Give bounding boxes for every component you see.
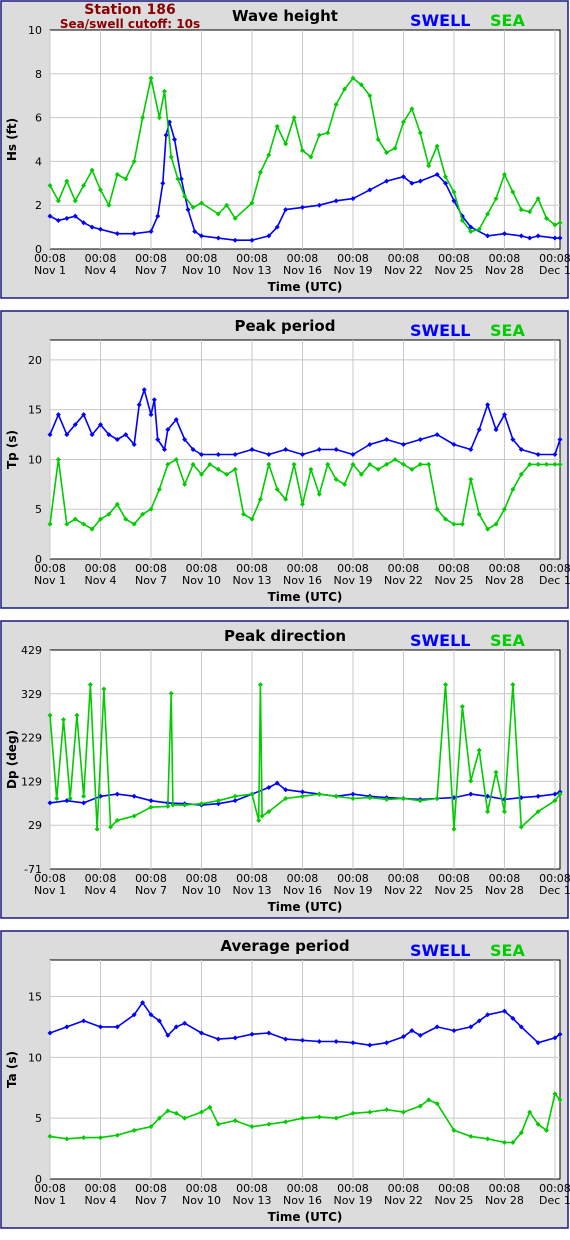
x-tick-date-label: Dec 1 [539,574,570,587]
x-tick-date-label: Nov 25 [434,884,473,897]
x-axis-label: Time (UTC) [268,900,343,914]
x-tick-date-label: Nov 13 [232,264,271,277]
y-tick-label: 10 [28,24,42,37]
x-tick-date-label: Nov 1 [34,574,66,587]
y-axis-label: Ta (s) [5,1051,19,1088]
y-tick-label: 2 [35,199,42,212]
legend-swell: SWELL [410,11,471,30]
x-tick-date-label: Nov 19 [333,1194,372,1207]
chart-title: Peak direction [224,627,346,645]
x-tick-date-label: Nov 10 [182,574,221,587]
legend-sea: SEA [490,941,525,960]
x-tick-date-label: Nov 22 [384,574,423,587]
peak-period-chart-panel: 0 5 10 15 20 00:08 Nov 1 00:08 Nov 4 00:08 Nov 7 00… [0,310,570,610]
x-tick-date-label: Dec 1 [539,264,570,277]
x-tick-date-label: Nov 22 [384,264,423,277]
peak-direction-chart-panel: -71 29 129 229 329 429 00:08 Nov 1 00:08 Nov 4 00:… [0,620,570,920]
legend-swell: SWELL [410,321,471,340]
cutoff-label: Sea/swell cutoff: 10s [60,17,200,31]
plot-area [49,339,561,560]
x-tick-date-label: Nov 10 [182,1194,221,1207]
x-tick-date-label: Nov 19 [333,264,372,277]
x-tick-date-label: Nov 28 [485,884,524,897]
x-tick-date-label: Nov 7 [135,1194,167,1207]
x-tick-date-label: Nov 19 [333,574,372,587]
x-tick-date-label: Nov 7 [135,264,167,277]
x-tick-date-label: Nov 22 [384,884,423,897]
x-tick-date-label: Nov 4 [85,884,117,897]
x-tick-date-label: Nov 22 [384,1194,423,1207]
x-tick-date-label: Nov 19 [333,884,372,897]
x-tick-date-label: Nov 16 [283,574,322,587]
y-tick-label: 5 [35,503,42,516]
y-tick-label: 6 [35,112,42,125]
y-tick-label: 329 [21,688,42,701]
chart-title: Peak period [235,317,336,335]
chart-title: Wave height [232,7,338,25]
y-tick-label: 5 [35,1112,42,1125]
y-tick-label: 10 [28,1051,42,1064]
legend-swell: SWELL [410,941,471,960]
y-tick-label: 229 [21,732,42,745]
y-tick-label: 15 [28,404,42,417]
y-axis-label: Hs (ft) [5,118,19,161]
legend-sea: SEA [490,321,525,340]
x-tick-date-label: Nov 28 [485,1194,524,1207]
y-axis-label: Tp (s) [5,430,19,469]
x-tick-date-label: Nov 4 [85,574,117,587]
x-tick-date-label: Nov 16 [283,264,322,277]
y-tick-label: 429 [21,644,42,657]
legend-swell: SWELL [410,631,471,650]
chart-svg: 05101500:08Nov 100:08Nov 400:08Nov 700:0… [0,930,570,1229]
y-tick-label: 129 [21,775,42,788]
y-tick-label: 4 [35,155,42,168]
x-tick-date-label: Nov 1 [34,264,66,277]
y-tick-label: 29 [28,819,42,832]
y-tick-label: 20 [28,354,42,367]
wave-height-chart-panel: 0 2 4 6 8 10 00:08 Nov 1 00:08 Nov 4 00:08 Nov 7 00:… [0,0,570,300]
x-tick-date-label: Nov 7 [135,574,167,587]
x-tick-date-label: Nov 13 [232,1194,271,1207]
x-tick-date-label: Dec 1 [539,1194,570,1207]
x-axis-label: Time (UTC) [268,590,343,604]
x-axis-label: Time (UTC) [268,1210,343,1224]
x-tick-date-label: Nov 25 [434,1194,473,1207]
chart-svg: 0510152000:08Nov 100:08Nov 400:08Nov 700… [0,310,570,609]
x-tick-date-label: Nov 1 [34,884,66,897]
x-tick-date-label: Nov 13 [232,574,271,587]
average-period-chart-panel: 0 5 10 15 00:08 Nov 1 00:08 Nov 4 00:08 Nov 7 00:0… [0,930,570,1230]
x-tick-date-label: Nov 7 [135,884,167,897]
x-tick-date-label: Nov 25 [434,264,473,277]
y-tick-label: 15 [28,991,42,1004]
x-tick-date-label: Nov 25 [434,574,473,587]
x-tick-date-label: Nov 10 [182,264,221,277]
x-tick-date-label: Nov 4 [85,264,117,277]
chart-title: Average period [220,937,349,955]
legend-sea: SEA [490,631,525,650]
y-tick-label: 10 [28,453,42,466]
x-tick-date-label: Nov 28 [485,264,524,277]
plot-area [49,649,561,870]
x-tick-date-label: Nov 16 [283,1194,322,1207]
x-tick-date-label: Nov 1 [34,1194,66,1207]
x-tick-date-label: Dec 1 [539,884,570,897]
x-tick-date-label: Nov 10 [182,884,221,897]
plot-area [49,959,561,1180]
chart-svg: -712912922932942900:08Nov 100:08Nov 400:… [0,620,570,919]
x-tick-date-label: Nov 13 [232,884,271,897]
legend-sea: SEA [490,11,525,30]
station-label: Station 186 [84,2,175,18]
y-tick-label: 8 [35,68,42,81]
y-axis-label: Dp (deg) [5,730,19,789]
plot-area [49,29,561,250]
x-tick-date-label: Nov 16 [283,884,322,897]
chart-svg: 024681000:08Nov 100:08Nov 400:08Nov 700:… [0,0,570,299]
x-axis-label: Time (UTC) [268,280,343,294]
x-tick-date-label: Nov 28 [485,574,524,587]
x-tick-date-label: Nov 4 [85,1194,117,1207]
